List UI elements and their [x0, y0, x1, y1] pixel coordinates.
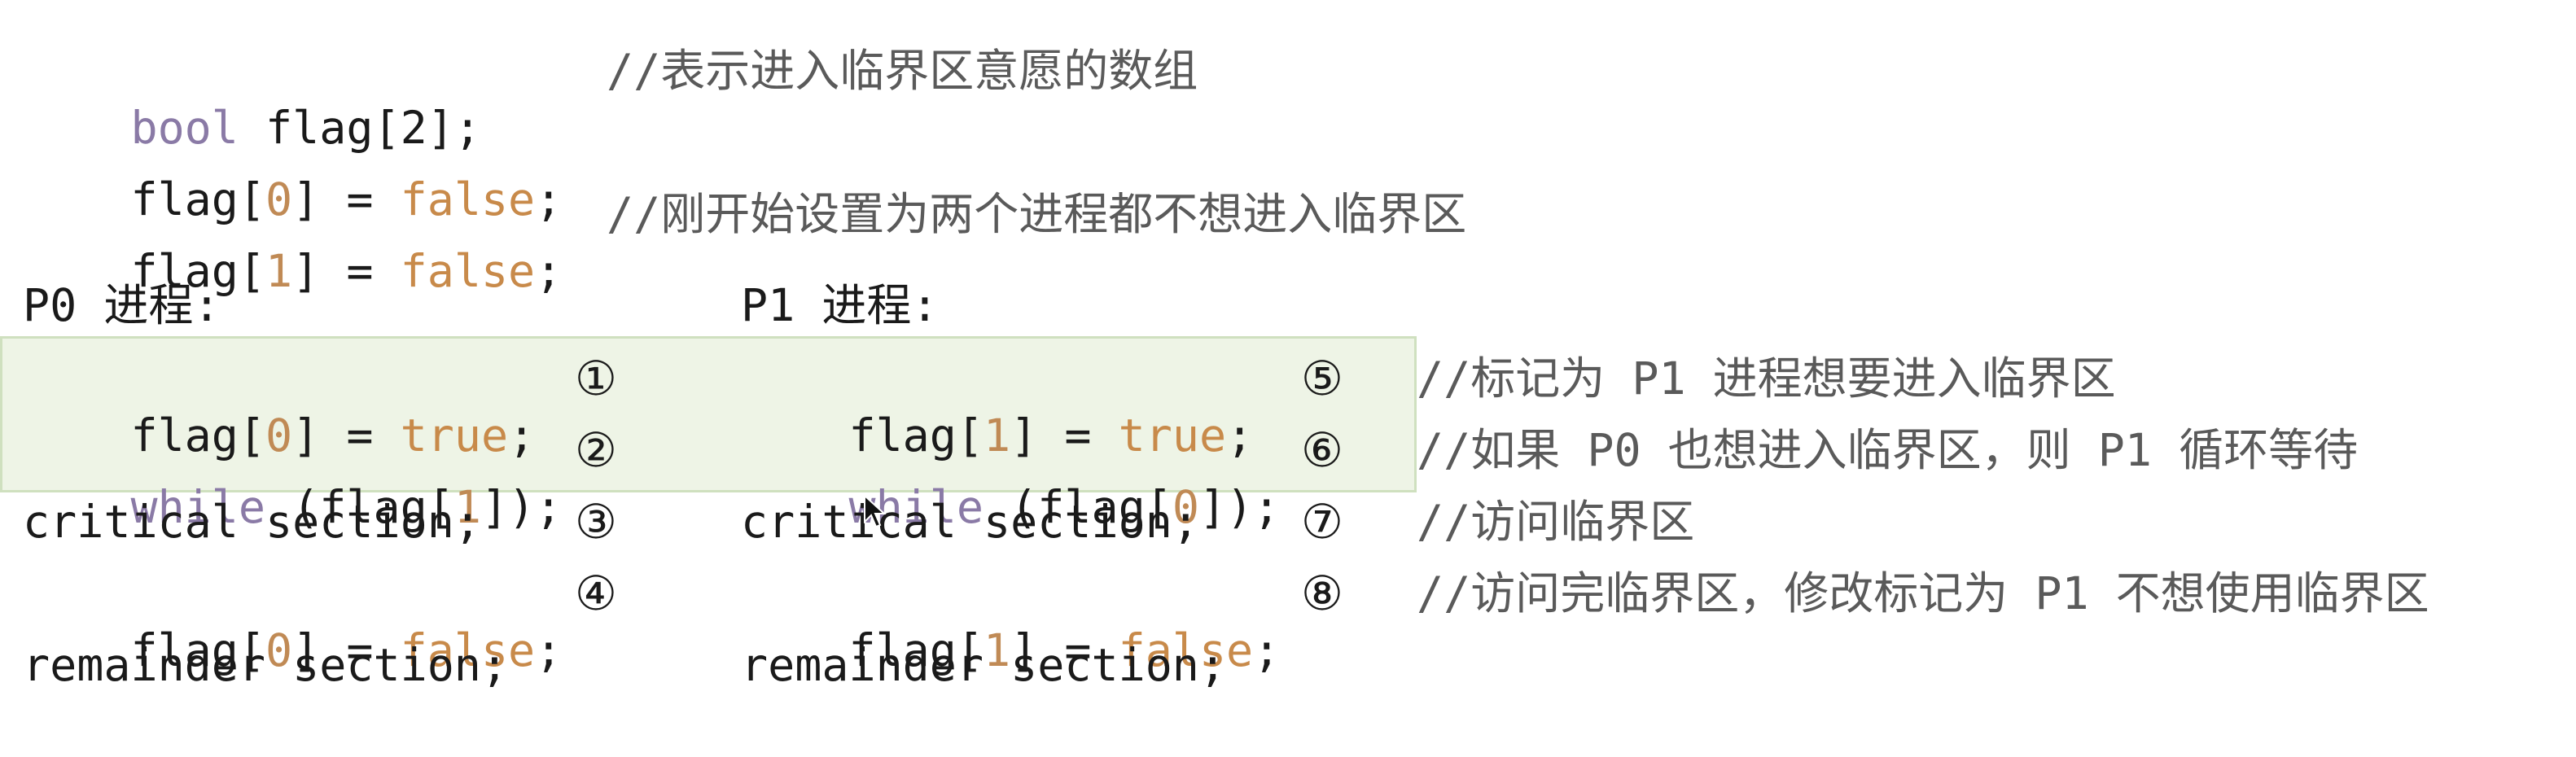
p1-line-4: flag[1] = false;: [741, 565, 1280, 676]
init1-end: ;: [535, 245, 563, 297]
init1-val: false: [400, 245, 536, 297]
init1-comment: //刚开始设置为两个进程都不想进入临界区: [607, 188, 1467, 240]
init0-line: flag[0] = false;: [23, 114, 562, 225]
step-marker-6: ⑥: [1301, 422, 1343, 478]
step-marker-3: ③: [575, 494, 617, 549]
step-marker-2: ②: [575, 422, 617, 478]
step-marker-1: ①: [575, 351, 617, 406]
p1-comment-1: //标记为 P1 进程想要进入临界区: [1417, 352, 2116, 405]
p1-comment-2: //如果 P0 也想进入临界区，则 P1 循环等待: [1417, 424, 2359, 476]
init1-mid: ] =: [292, 245, 401, 297]
p1-line-2: while (flag[0]);: [741, 422, 1280, 533]
p1-line-5: remainder section;: [741, 639, 1227, 691]
p0-line-1: flag[0] = true;: [23, 350, 535, 462]
p1-title: P1 进程:: [741, 279, 939, 331]
step-marker-5: ⑤: [1301, 351, 1343, 406]
p1-line-1: flag[1] = true;: [741, 350, 1253, 462]
p0-l4-end: ;: [535, 624, 563, 676]
p1-comment-3: //访问临界区: [1417, 496, 1695, 548]
p1-l4-end: ;: [1253, 624, 1281, 676]
code-slide: bool flag[2]; //表示进入临界区意愿的数组 flag[0] = f…: [0, 0, 2576, 757]
step-marker-4: ④: [575, 566, 617, 621]
step-marker-7: ⑦: [1301, 494, 1343, 549]
decl-comment: //表示进入临界区意愿的数组: [607, 45, 1198, 97]
decl-line: bool flag[2];: [23, 42, 480, 154]
p0-line-4: flag[0] = false;: [23, 565, 562, 676]
init1-line: flag[1] = false;: [23, 186, 562, 297]
p0-line-5: remainder section;: [23, 639, 509, 691]
p1-l2-end: ]);: [1198, 481, 1281, 533]
p0-l2-end: ]);: [480, 481, 563, 533]
p1-comment-4: //访问完临界区，修改标记为 P1 不想使用临界区: [1417, 567, 2429, 619]
p1-line-3: critical section;: [741, 496, 1199, 548]
p0-line-2: while (flag[1]);: [23, 422, 562, 533]
p0-title: P0 进程:: [23, 279, 221, 331]
step-marker-8: ⑧: [1301, 566, 1343, 621]
init1-idx: 1: [265, 245, 293, 297]
p0-line-3: critical section;: [23, 496, 481, 548]
